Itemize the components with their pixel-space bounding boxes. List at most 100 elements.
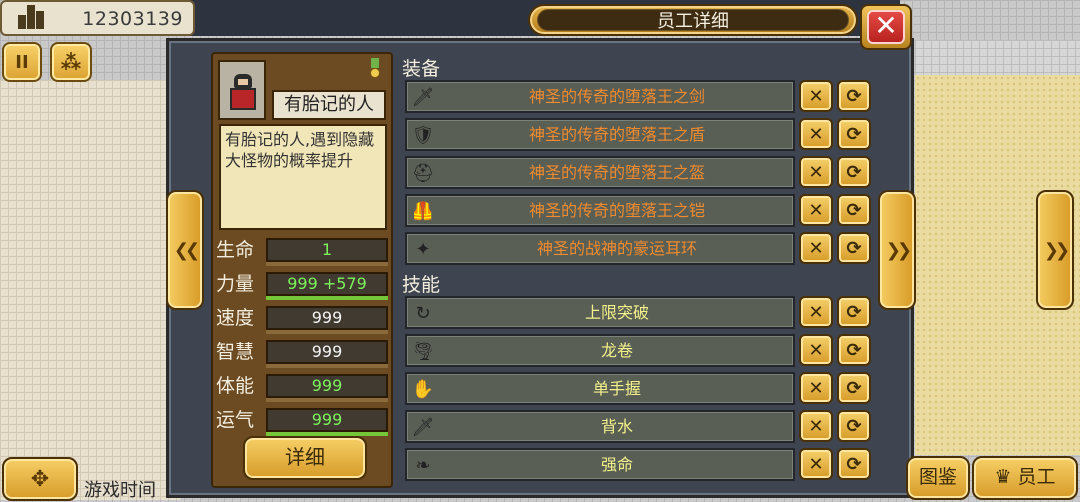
game-time-label: 游戏时间: [84, 480, 156, 501]
double-chevron-left-icon: ❮❮: [173, 239, 200, 261]
equipment-row[interactable]: ⛑ 神圣的传奇的堕落王之盔: [405, 156, 795, 189]
skill-row[interactable]: ✋ 单手握: [405, 372, 795, 405]
skill-row[interactable]: 🌪 龙卷: [405, 334, 795, 367]
swap-button[interactable]: ⟳: [837, 194, 871, 226]
pause-icon: II: [15, 51, 29, 73]
stat-row: 体能 999: [216, 372, 392, 402]
remove-button[interactable]: ✕: [799, 194, 833, 226]
equipment-row[interactable]: ✦ 神圣的战神的豪运耳环: [405, 232, 795, 265]
money-value: 12303139: [82, 8, 183, 30]
next-employee-button[interactable]: ❯❯: [878, 190, 916, 310]
swap-button[interactable]: ⟳: [837, 448, 871, 480]
equipment-name: 神圣的传奇的堕落王之盔: [528, 163, 705, 182]
swap-button[interactable]: ⟳: [837, 410, 871, 442]
remove-button[interactable]: ✕: [799, 410, 833, 442]
encyclopedia-tab[interactable]: 图鉴: [906, 456, 970, 500]
swap-button[interactable]: ⟳: [837, 232, 871, 264]
swap-icon: ⟳: [846, 237, 862, 259]
swap-icon: ⟳: [846, 453, 862, 475]
stat-row: 运气 999: [216, 406, 392, 436]
swap-button[interactable]: ⟳: [837, 80, 871, 112]
stat-row: 力量 999 +579: [216, 270, 392, 300]
equipment-row[interactable]: 🛡 神圣的传奇的堕落王之盾: [405, 118, 795, 151]
remove-button[interactable]: ✕: [799, 232, 833, 264]
stat-row: 智慧 999: [216, 338, 392, 368]
close-button[interactable]: ✕: [860, 4, 912, 50]
background-roof: [915, 40, 1080, 76]
swap-button[interactable]: ⟳: [837, 372, 871, 404]
stat-bar: [266, 364, 388, 368]
remove-button[interactable]: ✕: [799, 156, 833, 188]
skill-name: 龙卷: [600, 341, 633, 360]
swap-button[interactable]: ⟳: [837, 334, 871, 366]
skill-name: 单手握: [592, 379, 641, 398]
equipment-row[interactable]: 🗡 神圣的传奇的堕落王之剑: [405, 80, 795, 113]
skill-row[interactable]: ❧ 强命: [405, 448, 795, 481]
shapes-icon: ⁂: [60, 50, 82, 74]
staff-tab-label: 员工: [1017, 466, 1056, 488]
remove-icon: ✕: [808, 339, 824, 361]
remove-button[interactable]: ✕: [799, 296, 833, 328]
remove-button[interactable]: ✕: [799, 372, 833, 404]
remove-icon: ✕: [808, 161, 824, 183]
equipment-name: 神圣的传奇的堕落王之剑: [528, 87, 705, 106]
stat-label: 运气: [216, 409, 255, 431]
remove-icon: ✕: [808, 123, 824, 145]
stat-value: 1: [266, 238, 388, 262]
employee-description: 有胎记的人,遇到隐藏大怪物的概率提升: [219, 124, 387, 230]
skill-name: 上限突破: [584, 303, 649, 322]
wing-icon: ❧: [415, 454, 431, 476]
swap-icon: ⟳: [846, 123, 862, 145]
swap-icon: ⟳: [846, 161, 862, 183]
background-wall: [0, 80, 180, 500]
staff-tab[interactable]: ♛ 员工: [972, 456, 1078, 500]
swap-button[interactable]: ⟳: [837, 118, 871, 150]
one-hand-icon: ✋: [411, 378, 435, 400]
stat-label: 体能: [216, 375, 255, 397]
remove-button[interactable]: ✕: [799, 448, 833, 480]
employee-name: 有胎记的人: [272, 90, 386, 120]
remove-icon: ✕: [808, 301, 824, 323]
equipment-row[interactable]: 🦺 神圣的传奇的堕落王之铠: [405, 194, 795, 227]
swap-button[interactable]: ⟳: [837, 156, 871, 188]
skills-section-title: 技能: [402, 274, 441, 296]
blade-icon: 🗡: [411, 416, 435, 438]
remove-button[interactable]: ✕: [799, 80, 833, 112]
stat-row: 生命 1: [216, 236, 392, 266]
stat-label: 速度: [216, 307, 255, 329]
remove-icon: ✕: [808, 85, 824, 107]
encyclopedia-tab-label: 图鉴: [918, 466, 957, 488]
tornado-icon: 🌪: [411, 340, 435, 362]
breakthrough-icon: ↻: [415, 302, 431, 324]
move-button[interactable]: ✥: [2, 457, 78, 501]
stat-value: 999: [266, 340, 388, 364]
earring-icon: ✦: [415, 238, 431, 260]
skill-row[interactable]: ↻ 上限突破: [405, 296, 795, 329]
swap-button[interactable]: ⟳: [837, 296, 871, 328]
swap-icon: ⟳: [846, 339, 862, 361]
medal-icon: [368, 58, 382, 80]
stat-label: 智慧: [216, 341, 255, 363]
pause-button[interactable]: II: [2, 42, 42, 82]
stat-bar: [266, 296, 388, 300]
skill-row[interactable]: 🗡 背水: [405, 410, 795, 443]
window-title: 员工详细: [537, 9, 849, 32]
next-page-button[interactable]: ❯❯: [1036, 190, 1074, 310]
stat-value: 999: [266, 306, 388, 330]
remove-icon: ✕: [808, 237, 824, 259]
remove-button[interactable]: ✕: [799, 334, 833, 366]
swap-icon: ⟳: [846, 199, 862, 221]
swap-icon: ⟳: [846, 377, 862, 399]
skill-name: 背水: [600, 417, 633, 436]
detail-button[interactable]: 详细: [243, 436, 367, 480]
helmet-icon: ⛑: [411, 162, 435, 184]
stat-bar: [266, 330, 388, 334]
sword-icon: 🗡: [411, 86, 435, 108]
double-chevron-right-icon: ❯❯: [1043, 239, 1070, 261]
crown-icon: ♛: [994, 466, 1012, 488]
swap-icon: ⟳: [846, 415, 862, 437]
shapes-button[interactable]: ⁂: [50, 42, 92, 82]
employee-portrait: [218, 60, 266, 120]
prev-employee-button[interactable]: ❮❮: [166, 190, 204, 310]
remove-button[interactable]: ✕: [799, 118, 833, 150]
